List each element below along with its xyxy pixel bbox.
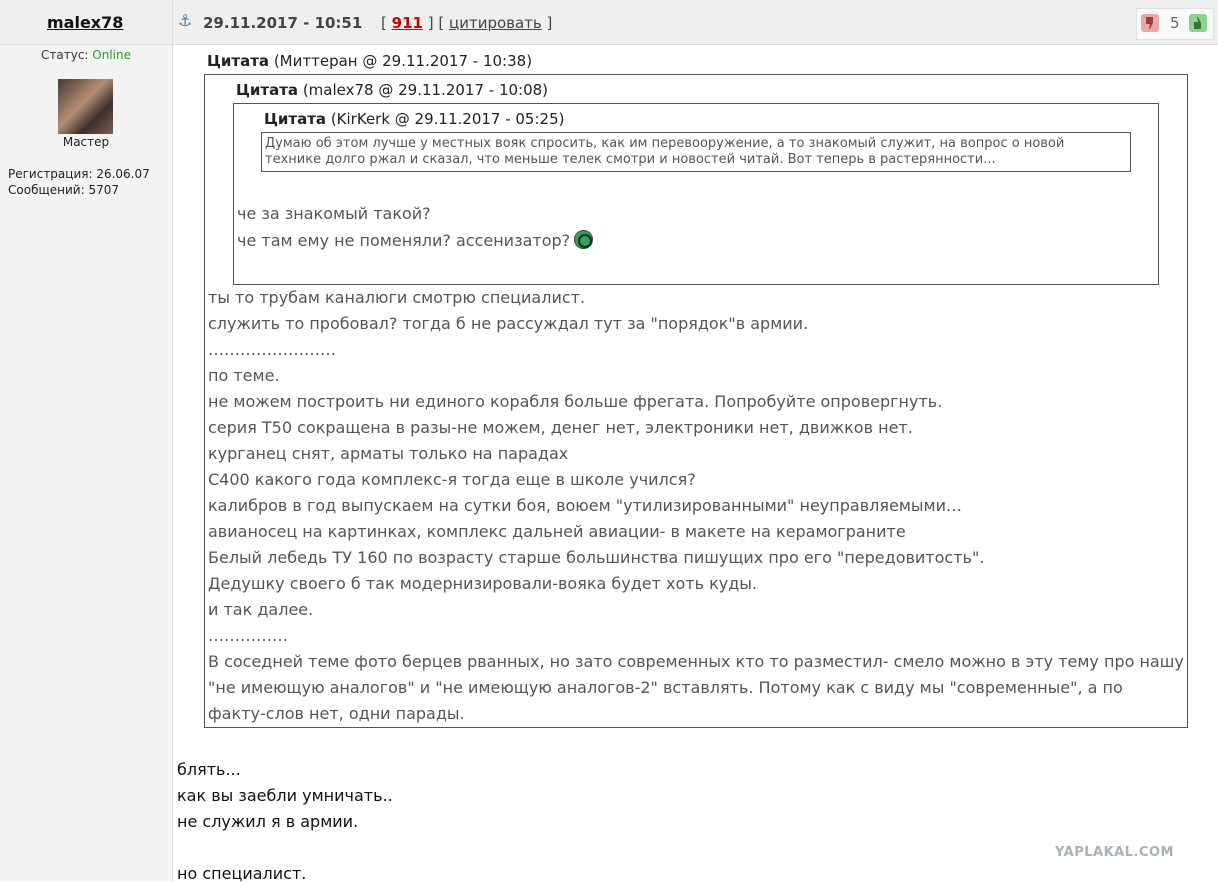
text-line: калибров в год выпускаем на сутки боя, в… (208, 496, 962, 515)
quote-link[interactable]: цитировать (449, 14, 542, 32)
bracket-divider: ] [ (427, 14, 445, 32)
quote-header-3: Цитата (KirKerk @ 29.11.2017 - 05:25) (264, 110, 564, 128)
rating-box: 5 (1136, 8, 1214, 40)
bracket-open: [ (381, 14, 387, 32)
text-line: че там ему не поменяли? ассенизатор? (237, 231, 571, 250)
reply-line: но специалист. (177, 864, 307, 883)
user-sidebar: Статус: Online Мастер Регистрация: 26.06… (0, 45, 173, 881)
text-line: по теме. (208, 366, 280, 385)
post-header: malex78 ⚓ 29.11.2017 - 10:51 [ 911 ] [ ц… (0, 0, 1218, 45)
rating-count: 5 (1170, 14, 1180, 32)
text-line: че за знакомый такой? (237, 204, 431, 223)
text-line: не можем построить ни единого корабля бо… (208, 392, 943, 411)
text-line: "не имеющую аналогов" и "не имеющую анал… (208, 678, 1123, 697)
quote-block-inner: Думаю об этом лучше у местных вояк спрос… (261, 132, 1131, 172)
quote-label: Цитата (264, 110, 327, 128)
text-line: В соседней теме фото берцев рванных, но … (208, 652, 1184, 671)
text-line: факту-слов нет, одни парады. (208, 704, 465, 723)
text-line: технике долго ржал и сказал, что меньше … (265, 152, 996, 167)
quote-block-outer: Цитата (malex78 @ 29.11.2017 - 10:08) Ци… (204, 74, 1188, 728)
bracket-close: ] (546, 14, 553, 32)
anchor-icon[interactable]: ⚓ (178, 11, 192, 30)
avatar[interactable] (58, 79, 113, 134)
text-line: Думаю об этом лучше у местных вояк спрос… (265, 136, 1065, 151)
author-link[interactable]: malex78 (47, 13, 123, 32)
quote-label: Цитата (236, 81, 299, 99)
quote-source: (KirKerk @ 29.11.2017 - 05:25) (326, 110, 565, 128)
reply-line: блять... (177, 760, 241, 779)
status-label: Статус: (41, 48, 93, 62)
user-status: Статус: Online (0, 48, 172, 62)
post-actions: [ 911 ] [ цитировать ] (381, 14, 552, 32)
quote-source: (malex78 @ 29.11.2017 - 10:08) (298, 81, 549, 99)
quote-label: Цитата (207, 52, 270, 70)
text-line: курганец снят, арматы только на парадах (208, 444, 569, 463)
quote-header-2: Цитата (malex78 @ 29.11.2017 - 10:08) (236, 81, 548, 99)
text-line: авианосец на картинках, комплекс дальней… (208, 522, 906, 541)
smile-icon (574, 230, 594, 249)
user-stats: Регистрация: 26.06.07 Сообщений: 5707 (8, 166, 150, 198)
text-line: ты то трубам каналюги смотрю специалист. (208, 288, 586, 307)
watermark: YAPLAKAL.COM (1055, 845, 1174, 860)
quote-header-1: Цитата (Миттеран @ 29.11.2017 - 10:38) (207, 52, 532, 70)
author-header: malex78 (0, 0, 173, 44)
text-line: …………………… (208, 340, 336, 359)
post-date: 29.11.2017 - 10:51 (203, 14, 363, 32)
user-rank: Мастер (62, 135, 110, 149)
text-line: …………… (208, 626, 288, 645)
inner-quote-text: Думаю об этом лучше у местных вояк спрос… (265, 136, 1064, 168)
status-online: Online (92, 48, 131, 62)
thumb-down-icon[interactable] (1141, 14, 1159, 32)
reply-line: не служил я в армии. (177, 812, 359, 831)
quote-block-middle: Цитата (KirKerk @ 29.11.2017 - 05:25) Ду… (233, 103, 1159, 285)
post-number-link[interactable]: 911 (392, 14, 423, 32)
thumb-up-icon[interactable] (1189, 14, 1207, 32)
text-line: серия Т50 сокращена в разы-не можем, ден… (208, 418, 913, 437)
text-line-with-smile: че там ему не поменяли? ассенизатор? (237, 230, 594, 250)
text-line: Белый лебедь ТУ 160 по возрасту старше б… (208, 548, 985, 567)
registration-date: Регистрация: 26.06.07 (8, 167, 150, 181)
reply-line: как вы заебли умничать.. (177, 786, 393, 805)
text-line: Дедушку своего б так модернизировали-воя… (208, 574, 758, 593)
text-line: С400 какого года комплекс-я тогда еще в … (208, 470, 696, 489)
post-body: Цитата (Миттеран @ 29.11.2017 - 10:38) Ц… (172, 45, 1218, 883)
quote-source: (Миттеран @ 29.11.2017 - 10:38) (269, 52, 533, 70)
message-count: Сообщений: 5707 (8, 183, 119, 197)
text-line: и так далее. (208, 600, 314, 619)
text-line: служить то пробовал? тогда б не рассужда… (208, 314, 809, 333)
